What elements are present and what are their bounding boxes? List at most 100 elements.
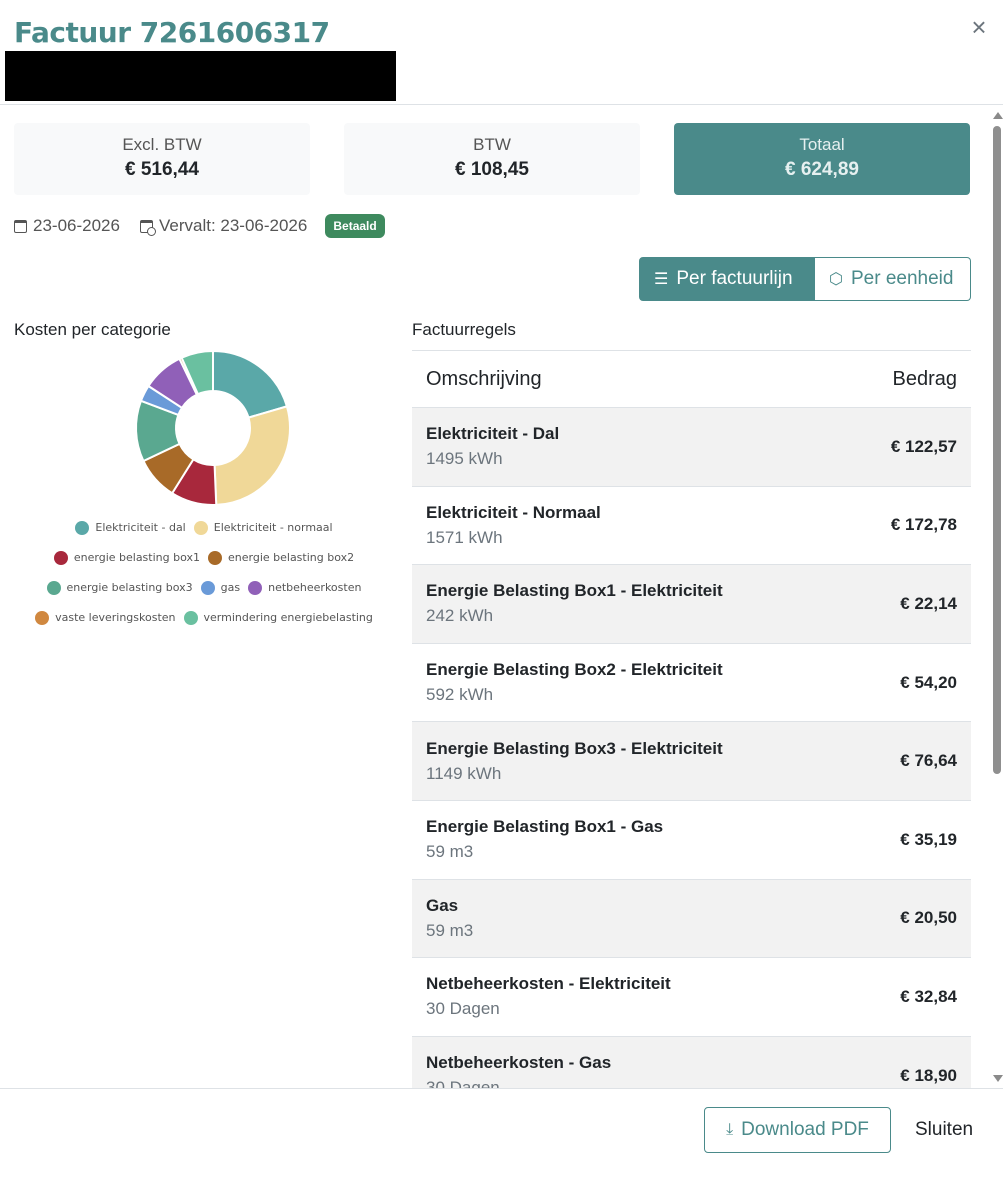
legend-label: vaste leveringskosten — [55, 611, 176, 624]
row-amount: € 32,84 — [900, 986, 957, 1006]
legend-swatch — [208, 551, 222, 565]
download-pdf-button[interactable]: ⤓ Download PDF — [704, 1107, 891, 1153]
scroll-up-arrow[interactable] — [993, 112, 1003, 119]
table-row: Energie Belasting Box3 - Elektriciteit 11… — [412, 722, 971, 801]
btw-label: BTW — [473, 135, 511, 154]
row-quantity: 1149 kWh — [426, 763, 502, 783]
legend-swatch — [46, 581, 61, 595]
modal-body: Excl. BTW € 516,44 BTW € 108,45 Totaal €… — [0, 105, 991, 1088]
row-text: Energie Belasting Box1 - Elektriciteit 24… — [426, 581, 723, 626]
legend-swatch — [53, 551, 68, 565]
legend-item[interactable]: energie belasting box1 — [53, 545, 200, 571]
per-unit-label: Per eenheid — [850, 268, 954, 289]
legend-label: gas — [220, 581, 241, 594]
row-quantity: 59 m3 — [426, 920, 474, 940]
table-rows: Elektriciteit - Dal 1495 kWh € 122,57 Elekt… — [412, 408, 971, 1088]
legend-item[interactable]: gas — [200, 575, 241, 601]
row-text: Netbeheerkosten - Gas 30 Dagen — [426, 1053, 611, 1088]
close-button[interactable]: Sluiten — [915, 1119, 973, 1141]
download-icon: ⤓ — [726, 1121, 734, 1138]
legend-item[interactable]: netbeheerkosten — [248, 575, 361, 601]
legend-label: energie belasting box2 — [228, 551, 355, 564]
row-quantity: 30 Dagen — [426, 1078, 500, 1088]
row-amount: € 54,20 — [900, 672, 957, 692]
chart-title: Kosten per categorie — [14, 320, 171, 339]
table-row: Netbeheerkosten - Gas 30 Dagen € 18,90 — [412, 1036, 971, 1088]
due-date: Vervalt: 23-06-2026 — [158, 216, 308, 235]
row-description: Elektriciteit - Normaal — [426, 502, 601, 522]
row-description: Energie Belasting Box2 - Elektriciteit — [426, 660, 723, 680]
legend-swatch — [35, 611, 50, 625]
row-text: Gas 59 m3 — [426, 896, 473, 941]
legend-item[interactable]: Elektriciteit - dal — [75, 515, 186, 541]
row-quantity: 30 Dagen — [426, 999, 500, 1019]
chart-legend: Elektriciteit - dal Elektriciteit - norma… — [14, 515, 394, 635]
legend-row: energie belasting box3 gas netbeheerkosten — [14, 575, 394, 605]
legend-row: Elektriciteit - dal Elektriciteit - norma… — [14, 515, 394, 545]
legend-item[interactable]: energie belasting box2 — [208, 545, 354, 571]
legend-item[interactable]: vermindering energiebelasting — [183, 605, 373, 631]
row-description: Gas — [426, 895, 459, 915]
legend-row: energie belasting box1 energie belasting … — [14, 545, 394, 575]
table-row: Gas 59 m3 € 20,50 — [412, 879, 971, 959]
row-text: Energie Belasting Box1 - Gas 59 m3 — [426, 817, 663, 862]
row-text: Elektriciteit - Dal 1495 kWh — [426, 424, 559, 469]
scroll-thumb[interactable] — [993, 126, 1001, 774]
excl-btw-value: € 516,44 — [125, 159, 199, 180]
cost-donut-chart — [135, 349, 291, 506]
row-amount: € 122,57 — [890, 436, 957, 456]
table-row: Energie Belasting Box1 - Elektriciteit 24… — [412, 565, 971, 644]
row-description: Netbeheerkosten - Gas — [426, 1053, 612, 1073]
row-quantity: 242 kWh — [426, 606, 494, 626]
legend-label: energie belasting box3 — [66, 581, 193, 594]
row-description: Netbeheerkosten - Elektriciteit — [426, 974, 671, 994]
invoice-meta: 23-06-2026 Vervalt: 23-06-2026 Betaald — [14, 213, 385, 239]
summary-btw: BTW € 108,45 — [344, 123, 640, 195]
legend-item[interactable]: Elektriciteit - normaal — [193, 515, 333, 541]
row-amount: € 76,64 — [900, 751, 957, 771]
legend-row: vaste leveringskosten vermindering energi… — [14, 605, 394, 635]
per-line-label: Per factuurlijn — [676, 268, 793, 289]
row-description: Energie Belasting Box1 - Elektriciteit — [426, 581, 723, 601]
scrollbar[interactable] — [991, 108, 1003, 1086]
donut-slice[interactable] — [212, 349, 289, 419]
legend-label: vermindering energiebelasting — [203, 611, 373, 624]
legend-swatch — [193, 521, 208, 535]
legend-label: netbeheerkosten — [268, 581, 362, 594]
per-unit-button[interactable]: ⬡ Per eenheid — [815, 257, 971, 301]
row-quantity: 1495 kWh — [426, 449, 503, 469]
total-label: Totaal — [799, 135, 845, 154]
legend-item[interactable]: vaste leveringskosten — [35, 605, 176, 631]
table-row: Elektriciteit - Normaal 1571 kWh € 172,78 — [412, 487, 971, 566]
summary-total: Totaal € 624,89 — [674, 123, 970, 195]
row-text: Energie Belasting Box3 - Elektriciteit 11… — [426, 739, 723, 784]
legend-swatch — [183, 611, 198, 625]
col-amount: Bedrag — [892, 367, 958, 390]
legend-swatch — [248, 581, 263, 595]
row-description: Energie Belasting Box1 - Gas — [426, 817, 664, 837]
legend-swatch — [200, 581, 215, 595]
col-description: Omschrijving — [426, 367, 542, 390]
calendar-icon — [14, 219, 27, 233]
total-value: € 624,89 — [785, 159, 859, 180]
row-amount: € 35,19 — [900, 829, 957, 849]
donut-slice[interactable] — [213, 405, 291, 506]
invoice-date: 23-06-2026 — [33, 216, 120, 235]
per-line-button[interactable]: ☰ Per factuurlijn — [639, 257, 815, 301]
close-icon[interactable]: × — [967, 14, 991, 40]
row-text: Elektriciteit - Normaal 1571 kWh — [426, 503, 601, 548]
row-text: Energie Belasting Box2 - Elektriciteit 59… — [426, 660, 723, 705]
legend-label: Elektriciteit - dal — [95, 521, 186, 534]
row-amount: € 172,78 — [890, 515, 957, 535]
legend-item[interactable]: energie belasting box3 — [46, 575, 193, 601]
scroll-down-arrow[interactable] — [993, 1075, 1003, 1082]
table-row: Energie Belasting Box2 - Elektriciteit 59… — [412, 644, 971, 723]
table-header: Omschrijving Bedrag — [412, 351, 971, 408]
view-toggle: ☰ Per factuurlijn ⬡ Per eenheid — [639, 257, 971, 301]
invoice-lines-table: Omschrijving Bedrag Elektriciteit - Dal 1… — [412, 350, 971, 1088]
redacted-block — [5, 51, 396, 101]
summary-excl-btw: Excl. BTW € 516,44 — [14, 123, 310, 195]
row-quantity: 592 kWh — [426, 685, 494, 705]
row-amount: € 22,14 — [900, 593, 957, 613]
box-icon: ⬡ — [829, 271, 843, 288]
